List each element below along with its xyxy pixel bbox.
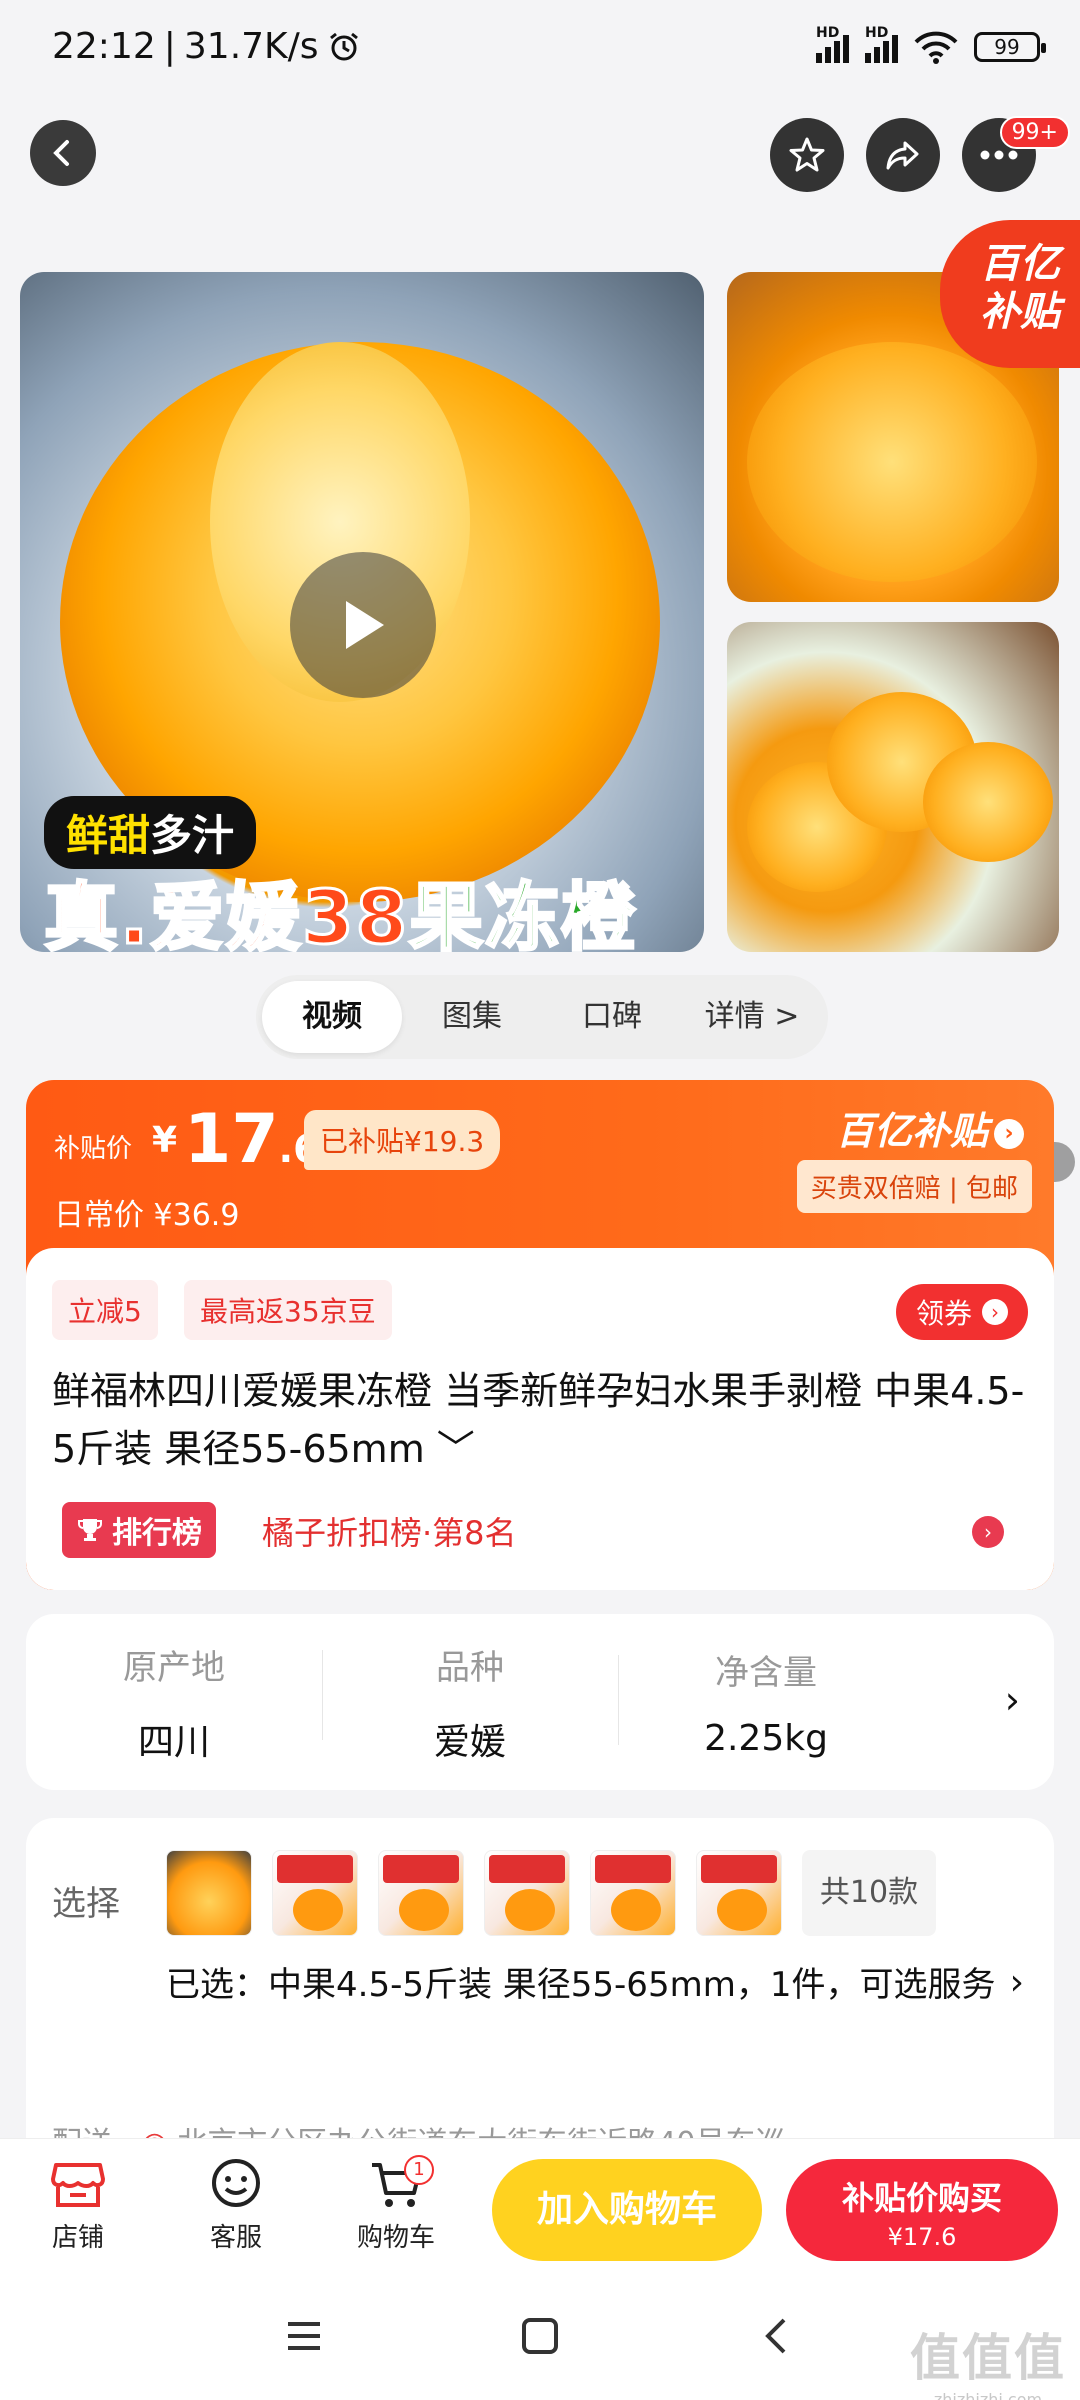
attributes-card[interactable]: 原产地 四川 品种 爱媛 净含量 2.25kg › [26,1614,1054,1790]
variant-thumbnails: 共10款 [166,1850,936,1936]
status-bar: 22:12 | 31.7K/s HD HD 99 [0,0,1080,100]
gallery-thumbnail[interactable] [727,622,1059,952]
tab-details[interactable]: 详情 > [682,981,822,1053]
alarm-icon [329,32,358,60]
variant-thumbnail[interactable] [696,1850,782,1936]
wifi-icon [914,31,958,64]
battery-icon: 99 [974,32,1046,62]
chevron-left-icon [53,140,69,166]
orange-slice-image [923,742,1053,862]
selection-label: 选择 [52,1884,120,1924]
play-icon [346,601,384,649]
back-icon[interactable] [756,2316,796,2356]
coupon-tag[interactable]: 最高返35京豆 [184,1280,392,1340]
trophy-icon [78,1519,102,1541]
attribute-origin: 原产地 四川 [123,1647,225,1763]
play-button[interactable] [290,552,436,698]
chevron-right-icon[interactable]: › [1005,1678,1020,1722]
guarantee-tag: 买贵双倍赔 | 包邮 [796,1160,1032,1213]
image-gallery[interactable]: 鲜甜多汁 真.爱媛38果冻橙 1 11 [0,262,1080,1182]
attribute-variety: 品种 爱媛 [322,1640,618,1765]
status-divider: | [163,26,176,67]
add-to-cart-button[interactable]: 加入购物车 [492,2159,762,2261]
daily-price: 日常价 ¥36.9 [54,1198,240,1233]
share-icon [886,141,919,170]
promo-headline: 真.爱媛38果冻橙 [42,874,638,953]
tab-video[interactable]: 视频 [262,981,402,1053]
get-coupon-button[interactable]: 领券 › [895,1284,1028,1340]
status-speed: 31.7K/s [183,26,319,67]
notification-badge: 99+ [999,116,1070,149]
subsidy-brand-link[interactable]: 百亿补贴 › [836,1100,1024,1155]
variant-thumbnail[interactable] [484,1850,570,1936]
ranking-text[interactable]: 橘子折扣榜·第8名 [262,1508,517,1554]
cart-button[interactable]: 1 购物车 [336,2155,456,2254]
chevron-right-icon: › [982,1299,1008,1325]
bottom-action-bar: 店铺 客服 1 购物车 加入购物车 补贴价购买 ¥17.6 [0,2138,1080,2274]
ranking-badge[interactable]: 排行榜 [62,1502,216,1558]
signal-icon: HD [865,25,898,63]
variant-count[interactable]: 共10款 [802,1850,936,1936]
status-right: HD HD 99 [816,25,1046,64]
home-icon[interactable] [520,2316,560,2356]
selected-variant[interactable]: 已选：中果4.5-5斤装 果径55-65mm，1件，可选服务 [166,1954,996,2016]
chat-face-icon [212,2159,260,2207]
status-time: 22:12 [52,26,156,67]
orange-slice-image [747,342,1037,582]
buy-now-button[interactable]: 补贴价购买 ¥17.6 [786,2159,1058,2261]
chevron-right-icon[interactable]: › [972,1516,1004,1548]
status-left: 22:12 | 31.7K/s [52,26,361,67]
coupon-tag[interactable]: 立减5 [52,1280,158,1340]
chevron-right-icon: › [994,1118,1024,1149]
subsidy-price-label: 补贴价 [54,1134,133,1164]
currency-symbol: ¥ [152,1120,178,1161]
star-icon [789,137,825,172]
chevron-right-icon[interactable]: › [1010,1962,1024,2003]
cart-count-badge: 1 [404,2155,434,2185]
tab-reviews[interactable]: 口碑 [542,981,682,1053]
main-video-thumbnail[interactable]: 鲜甜多汁 真.爱媛38果冻橙 [20,272,704,952]
variant-thumbnail[interactable] [378,1850,464,1936]
subsidy-price: 17.6 [184,1100,320,1179]
attribute-net-weight: 净含量 2.25kg [618,1645,914,1759]
variant-thumbnail[interactable] [166,1850,252,1936]
favorite-button[interactable] [770,118,844,192]
variant-thumbnail[interactable] [590,1850,676,1936]
selection-card[interactable]: 选择 共10款 已选：中果4.5-5斤装 果径55-65mm，1件，可选服务 ›… [26,1818,1054,2161]
more-dots-icon [980,150,1018,160]
share-button[interactable] [866,118,940,192]
subsidy-amount-tag: 已补贴¥19.3 [304,1110,501,1170]
subsidy-corner-badge: 百亿 补贴 [940,220,1080,368]
product-title[interactable]: 鲜福林四川爱媛果冻橙 当季新鲜孕妇水果手剥橙 中果4.5-5斤装 果径55-65… [52,1362,1032,1478]
shop-button[interactable]: 店铺 [18,2159,138,2254]
back-button[interactable] [30,120,96,186]
menu-icon[interactable] [284,2316,324,2356]
price-card: 补贴价 ¥ 17.6 已补贴¥19.3 日常价 ¥36.9 百亿补贴 › 买贵双倍… [26,1080,1054,1590]
tab-gallery[interactable]: 图集 [402,981,542,1053]
signal-icon: HD [816,25,849,63]
shop-icon [51,2163,105,2207]
customer-service-button[interactable]: 客服 [176,2159,296,2254]
media-tabs: 视频 图集 口碑 详情 > [256,975,828,1059]
watermark: 值值值 zhizhizhi.com [910,2329,1066,2400]
variant-thumbnail[interactable] [272,1850,358,1936]
